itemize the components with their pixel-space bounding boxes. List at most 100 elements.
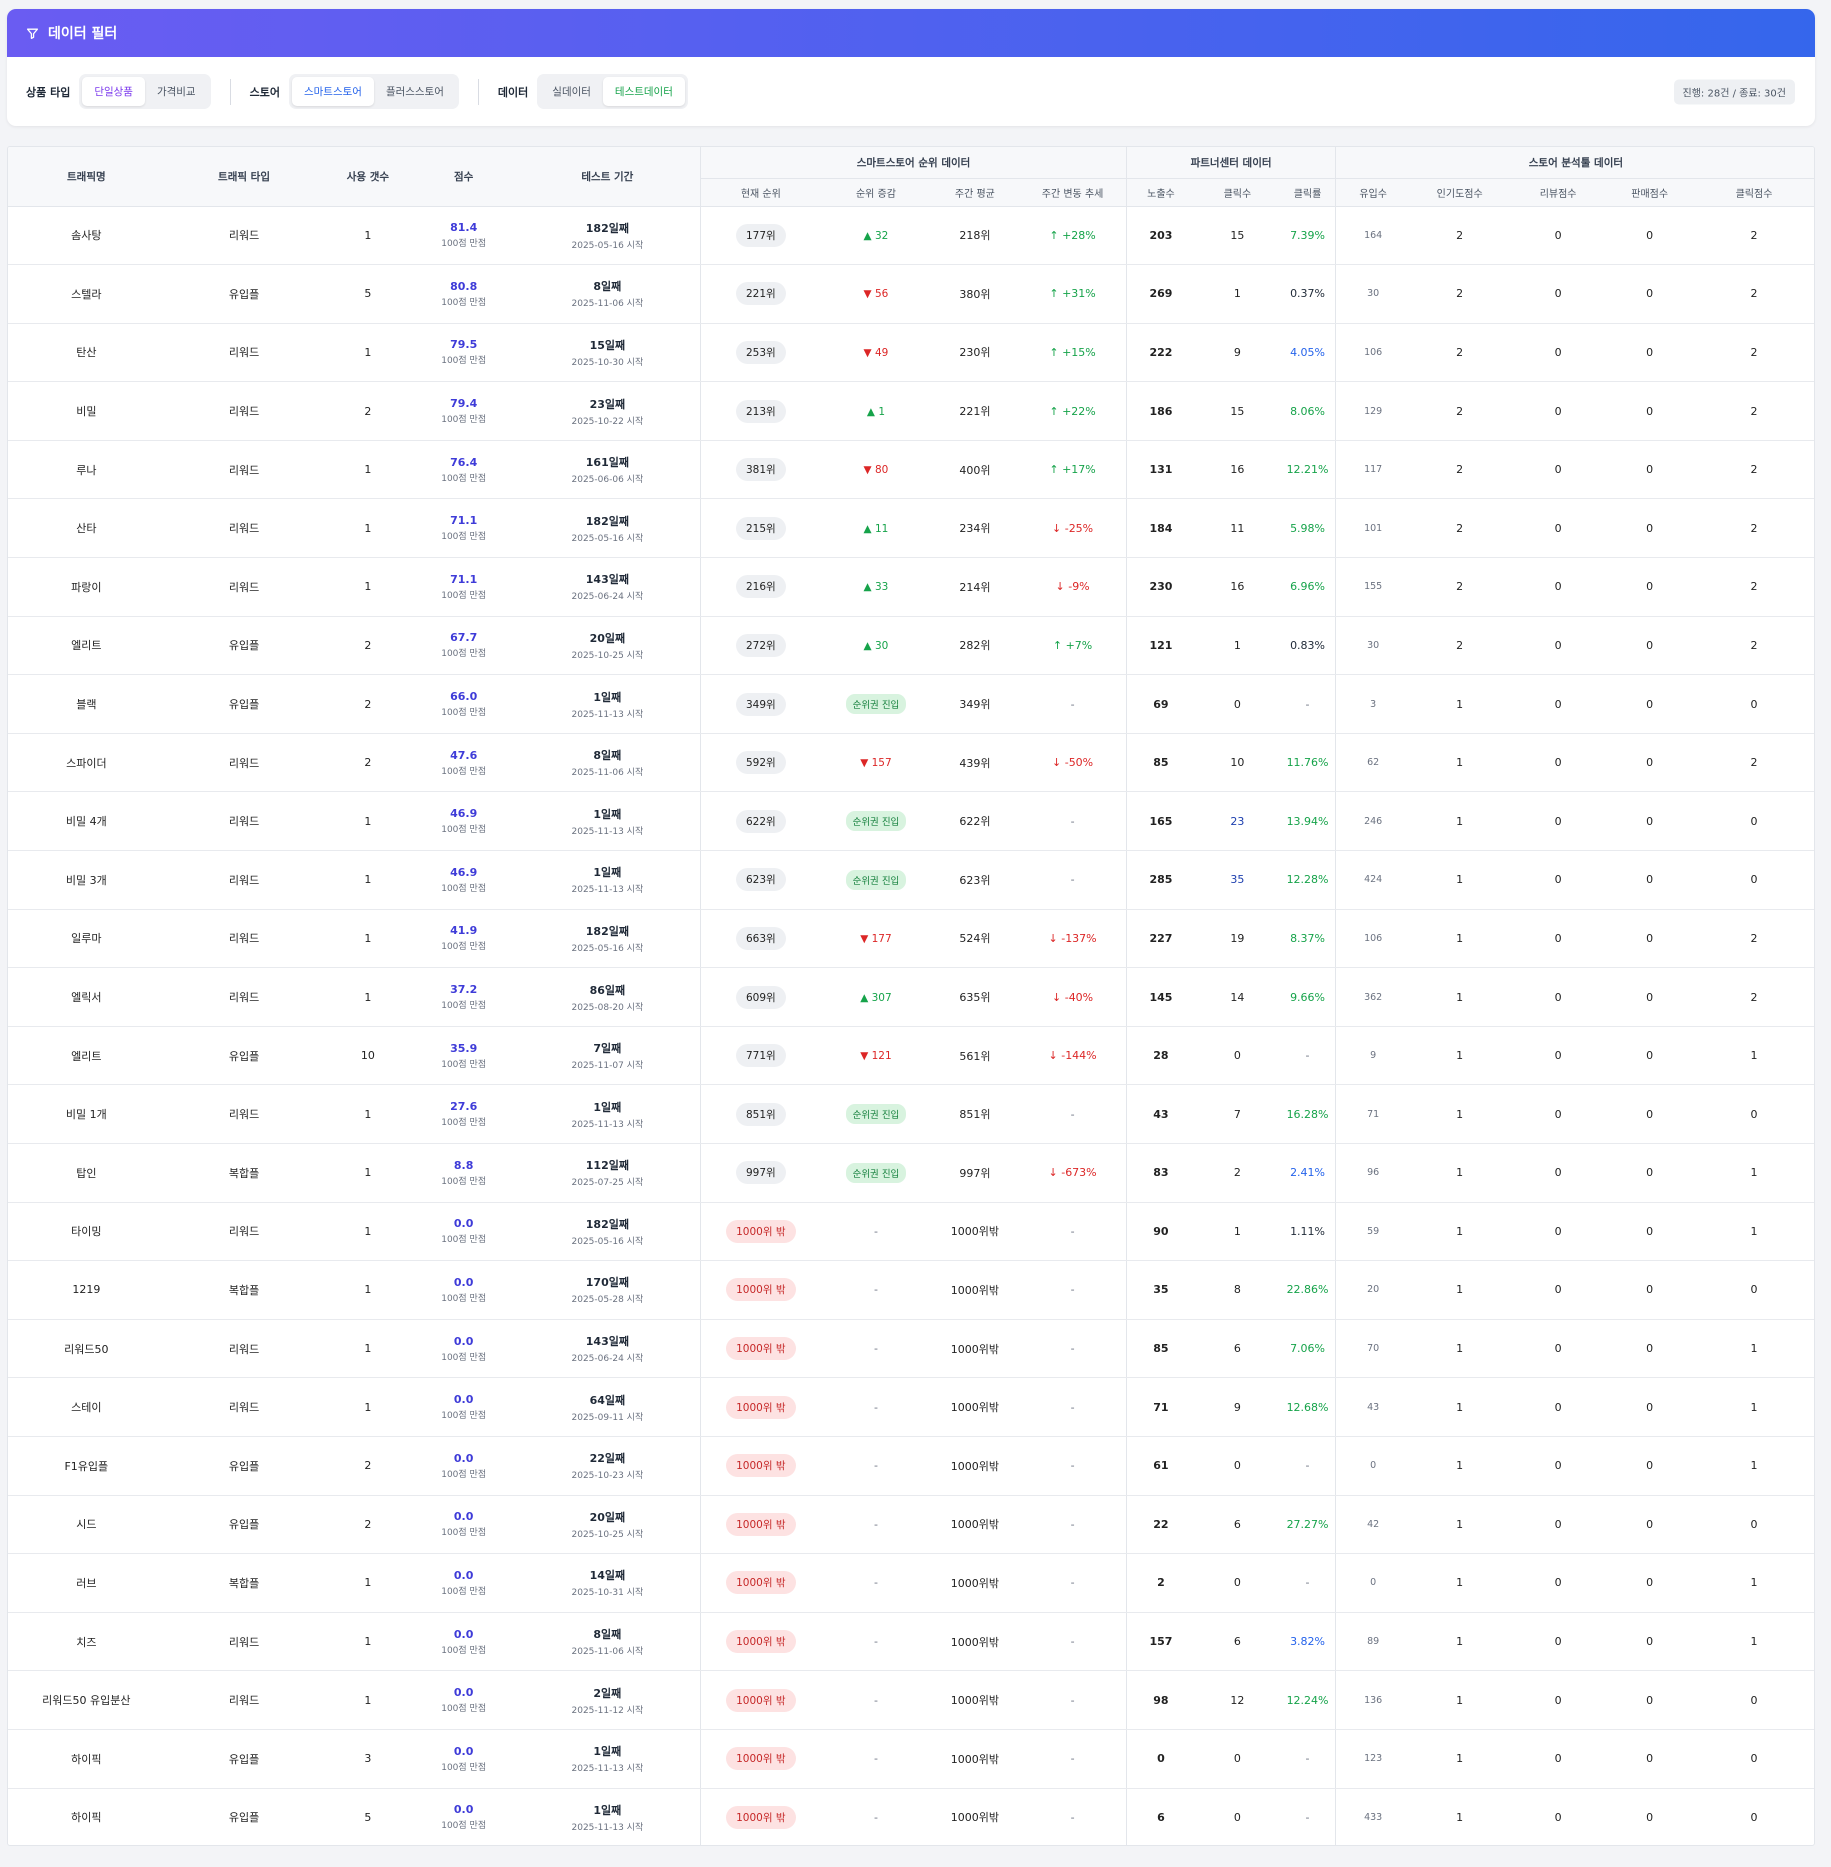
table-row[interactable]: 스파이더 리워드 2 47.6 100점 만점 8일째 2025-11-06 시작 592위 ▼… xyxy=(8,733,1814,793)
test-start-date: 2025-06-06 시작 xyxy=(571,475,644,486)
store-smartstore-button[interactable]: 스마트스토어 xyxy=(291,77,374,106)
popularity-score-cell: 1 xyxy=(1410,850,1509,910)
product-type-price-compare-button[interactable]: 가격비교 xyxy=(145,77,208,106)
col-traffic-name[interactable]: 트래픽명 xyxy=(8,147,165,207)
arrow-up-icon: ↑ xyxy=(1049,228,1063,242)
table-row[interactable]: 비밀 4개 리워드 1 46.9 100점 만점 1일째 2025-11-13 시작 622위… xyxy=(8,791,1814,852)
col-click-score[interactable]: 클릭점수 xyxy=(1692,178,1814,207)
data-real-button[interactable]: 실데이터 xyxy=(540,77,603,106)
table-row[interactable]: 스테이 리워드 1 0.0 100점 만점 64일째 2025-09-11 시작 1000위 … xyxy=(8,1377,1814,1437)
group-store-analysis: 스토어 분석툴 데이터 xyxy=(1334,147,1814,179)
review-score-cell: 0 xyxy=(1508,1495,1608,1555)
table-row[interactable]: 탑인 복합플 1 8.8 100점 만점 112일째 2025-07-25 시작 997위 순위… xyxy=(8,1143,1814,1203)
table-row[interactable]: 파랑이 리워드 1 71.1 100점 만점 143일째 2025-06-24 시작 216위… xyxy=(8,557,1814,617)
score-cell: 0.0 100점 만점 xyxy=(412,1729,515,1789)
current-rank-badge: 177위 xyxy=(735,223,786,247)
traffic-type-cell: 리워드 xyxy=(164,850,324,910)
ctr-cell: 12.28% xyxy=(1280,850,1336,910)
review-score-cell: 0 xyxy=(1508,1143,1608,1203)
traffic-name-cell: 비밀 xyxy=(8,381,165,441)
col-weekly-average[interactable]: 주간 평균 xyxy=(930,178,1019,207)
table-row[interactable]: 러브 복합플 1 0.0 100점 만점 14일째 2025-10-31 시작 1000위 밖… xyxy=(8,1553,1814,1613)
table-row[interactable]: 1219 복합플 1 0.0 100점 만점 170일째 2025-05-28 시작 1000… xyxy=(8,1260,1814,1320)
traffic-type-cell: 리워드 xyxy=(164,557,324,617)
table-row[interactable]: 치즈 리워드 1 0.0 100점 만점 8일째 2025-11-06 시작 1000위 밖-… xyxy=(8,1612,1814,1672)
inflow-cell: 30 xyxy=(1334,264,1411,324)
traffic-type-cell: 리워드 xyxy=(164,1084,324,1144)
table-row[interactable]: 엘리트 유입플 2 67.7 100점 만점 20일째 2025-10-25 시작 272위 ▲… xyxy=(8,616,1814,676)
table-row[interactable]: 스텔라 유입플 5 80.8 100점 만점 8일째 2025-11-06 시작 221위 ▼ … xyxy=(8,264,1814,324)
store-plusstore-button[interactable]: 플러스스토어 xyxy=(374,77,456,106)
ctr-cell: 16.28% xyxy=(1280,1084,1336,1144)
col-current-rank[interactable]: 현재 순위 xyxy=(699,178,821,207)
current-rank-cell: 592위 xyxy=(699,733,821,793)
test-period-cell: 182일째 2025-05-16 시작 xyxy=(515,1202,701,1262)
col-sales-score[interactable]: 판매점수 xyxy=(1607,178,1692,207)
ctr-cell: - xyxy=(1280,1729,1336,1789)
col-review-score[interactable]: 리뷰점수 xyxy=(1508,178,1608,207)
traffic-type-cell: 리워드 xyxy=(164,440,324,500)
table-row[interactable]: 탄산 리워드 1 79.5 100점 만점 15일째 2025-10-30 시작 253위 ▼ … xyxy=(8,323,1814,383)
table-row[interactable]: 리워드50 유입분산 리워드 1 0.0 100점 만점 2일째 2025-11-12 시작… xyxy=(8,1670,1814,1730)
col-usage-count[interactable]: 사용 갯수 xyxy=(323,147,413,207)
col-impressions[interactable]: 노출수 xyxy=(1126,178,1195,207)
product-type-single-button[interactable]: 단일상품 xyxy=(82,77,145,106)
col-rank-change[interactable]: 순위 증감 xyxy=(820,178,931,207)
table-row[interactable]: 엘릭서 리워드 1 37.2 100점 만점 86일째 2025-08-20 시작 609위 ▲… xyxy=(8,967,1814,1027)
clicks-cell: 23 xyxy=(1194,791,1281,852)
weekly-trend-cell: ↓ -137% xyxy=(1018,909,1127,969)
table-row[interactable]: 산타 리워드 1 71.1 100점 만점 182일째 2025-05-16 시작 215위 ▲… xyxy=(8,498,1814,559)
score-cell: 0.0 100점 만점 xyxy=(412,1670,515,1730)
weekly-trend-value: -137% xyxy=(1061,931,1097,945)
weekly-trend-cell: - xyxy=(1018,791,1127,852)
filter-label-product-type: 상품 타입 xyxy=(26,85,71,99)
weekly-average-cell: 1000위밖 xyxy=(930,1612,1019,1672)
table-row[interactable]: F1유입플 유입플 2 0.0 100점 만점 22일째 2025-10-23 시작 1000… xyxy=(8,1436,1814,1496)
table-row[interactable]: 솜사탕 리워드 1 81.4 100점 만점 182일째 2025-05-16 시작 177위… xyxy=(8,206,1814,266)
col-traffic-type[interactable]: 트래픽 타입 xyxy=(164,147,324,207)
col-ctr[interactable]: 클릭률 xyxy=(1280,178,1336,207)
table-row[interactable]: 타이밍 리워드 1 0.0 100점 만점 182일째 2025-05-16 시작 1000위… xyxy=(8,1202,1814,1262)
table-row[interactable]: 비밀 3개 리워드 1 46.9 100점 만점 1일째 2025-11-13 시작 623위… xyxy=(8,850,1814,910)
test-start-date: 2025-11-06 시작 xyxy=(571,299,644,310)
table-row[interactable]: 엘리트 유입플 10 35.9 100점 만점 7일째 2025-11-07 시작 771위 ▼… xyxy=(8,1026,1814,1086)
table-row[interactable]: 하이픽 유입플 5 0.0 100점 만점 1일째 2025-11-13 시작 1000위 밖… xyxy=(8,1788,1814,1845)
col-popularity-score[interactable]: 인기도점수 xyxy=(1410,178,1509,207)
weekly-trend-value: -50% xyxy=(1064,756,1094,770)
table-row[interactable]: 비밀 리워드 2 79.4 100점 만점 23일째 2025-10-22 시작 213위 ▲ … xyxy=(8,381,1814,441)
weekly-trend-value: -144% xyxy=(1061,1049,1097,1063)
click-score-cell: 2 xyxy=(1692,616,1814,676)
col-test-period[interactable]: 테스트 기간 xyxy=(515,147,701,207)
table-row[interactable]: 리워드50 리워드 1 0.0 100점 만점 143일째 2025-06-24 시작 100… xyxy=(8,1319,1814,1379)
rank-change-cell: - xyxy=(820,1553,931,1613)
rank-change-cell: ▲ 30 xyxy=(820,616,931,676)
weekly-trend-cell: - xyxy=(1018,1788,1127,1845)
rank-entry-badge: 순위권 진입 xyxy=(845,869,907,890)
score-max-label: 100점 만점 xyxy=(441,1235,487,1246)
table-row[interactable]: 블랙 유입플 2 66.0 100점 만점 1일째 2025-11-13 시작 349위 순위권… xyxy=(8,674,1814,734)
col-clicks[interactable]: 클릭수 xyxy=(1194,178,1281,207)
impressions-cell: 35 xyxy=(1126,1260,1195,1320)
review-score-cell: 0 xyxy=(1508,206,1608,266)
rank-change-up: ▲ 32 xyxy=(864,230,889,242)
table-row[interactable]: 시드 유입플 2 0.0 100점 만점 20일째 2025-10-25 시작 1000위 밖… xyxy=(8,1495,1814,1555)
popularity-score-cell: 1 xyxy=(1410,1553,1509,1613)
traffic-name-cell: 엘리트 xyxy=(8,616,165,676)
data-test-button[interactable]: 테스트데이터 xyxy=(602,77,685,106)
col-weekly-trend[interactable]: 주간 변동 추세 xyxy=(1018,178,1127,207)
triangle-up-icon: ▲ xyxy=(863,522,875,535)
current-rank-badge: 1000위 밖 xyxy=(726,1454,796,1478)
popularity-score-cell: 1 xyxy=(1410,1319,1509,1379)
col-score[interactable]: 점수 xyxy=(412,147,515,207)
sales-score-cell: 0 xyxy=(1607,791,1692,852)
current-rank-badge: 215위 xyxy=(735,516,786,540)
table-row[interactable]: 하이픽 유입플 3 0.0 100점 만점 1일째 2025-11-13 시작 1000위 밖… xyxy=(8,1729,1814,1789)
sales-score-cell: 0 xyxy=(1607,1670,1692,1730)
score-max-label: 100점 만점 xyxy=(441,590,487,601)
table-row[interactable]: 일루마 리워드 1 41.9 100점 만점 182일째 2025-05-16 시작 663위… xyxy=(8,909,1814,969)
table-row[interactable]: 루나 리워드 1 76.4 100점 만점 161일째 2025-06-06 시작 381위 ▼… xyxy=(8,440,1814,500)
popularity-score-cell: 1 xyxy=(1410,1729,1509,1789)
col-inflow[interactable]: 유입수 xyxy=(1334,178,1411,207)
rank-change-down: ▼ 177 xyxy=(860,933,891,945)
table-row[interactable]: 비밀 1개 리워드 1 27.6 100점 만점 1일째 2025-11-13 시작 851위… xyxy=(8,1084,1814,1144)
